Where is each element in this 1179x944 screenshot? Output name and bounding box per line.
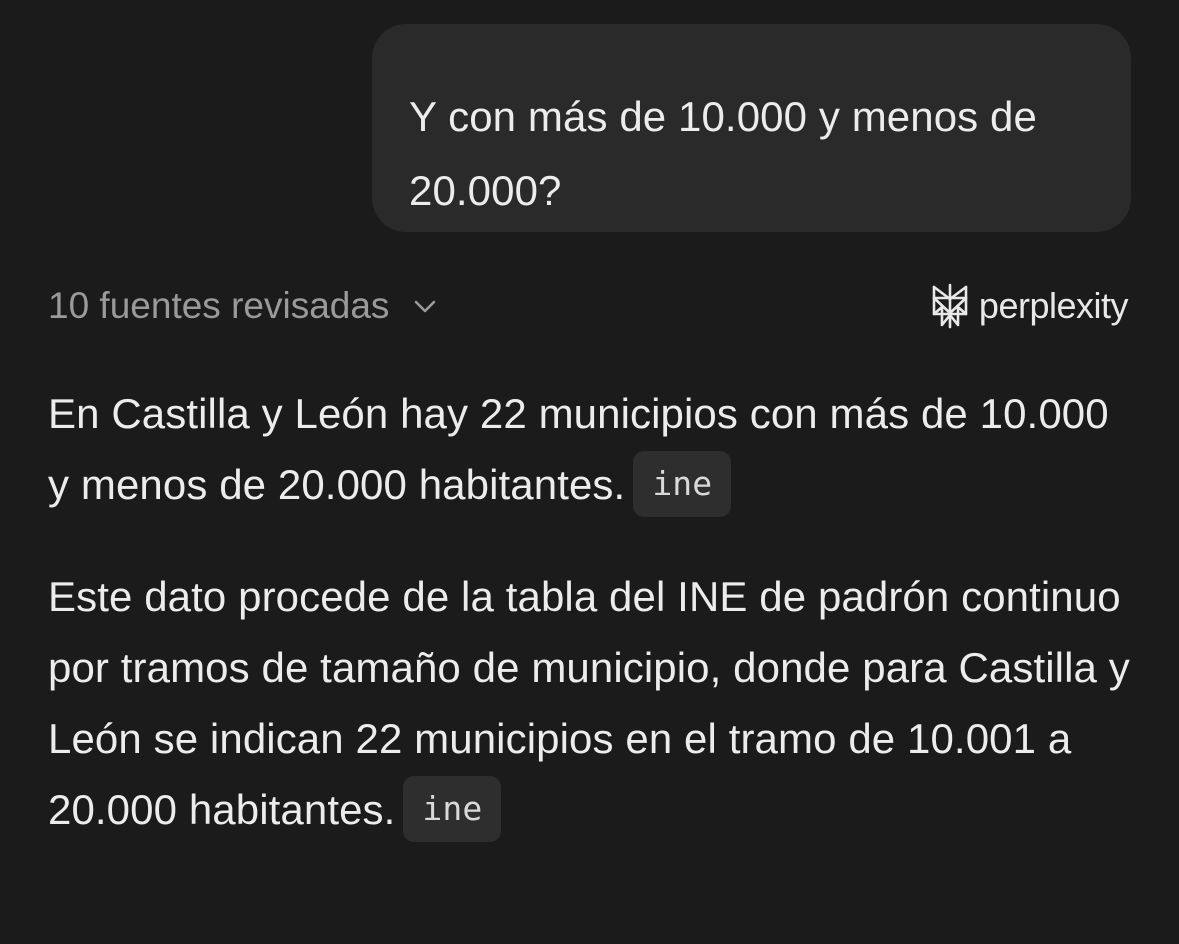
perplexity-brand: perplexity <box>929 280 1129 332</box>
sources-toggle[interactable]: 10 fuentes revisadas <box>48 280 439 332</box>
chevron-down-icon <box>415 300 436 313</box>
perplexity-logo-icon <box>932 283 968 329</box>
user-message-bubble: Y con más de 10.000 y menos de 20.000? <box>372 24 1131 232</box>
answer-paragraph-1-text: En Castilla y León hay 22 municipios con… <box>48 390 1109 508</box>
answer-paragraph-2: Este dato procede de la tabla del INE de… <box>48 561 1138 846</box>
citation-chip-1[interactable]: ine <box>633 450 732 517</box>
sources-label: 10 fuentes revisadas <box>48 285 390 326</box>
brand-name: perplexity <box>978 285 1129 326</box>
user-message-text: Y con más de 10.000 y menos de 20.000? <box>409 93 1037 214</box>
answer-paragraph-1: En Castilla y León hay 22 municipios con… <box>48 378 1138 521</box>
answer-paragraph-2-text: Este dato procede de la tabla del INE de… <box>48 573 1130 833</box>
citation-chip-2[interactable]: ine <box>403 775 502 842</box>
